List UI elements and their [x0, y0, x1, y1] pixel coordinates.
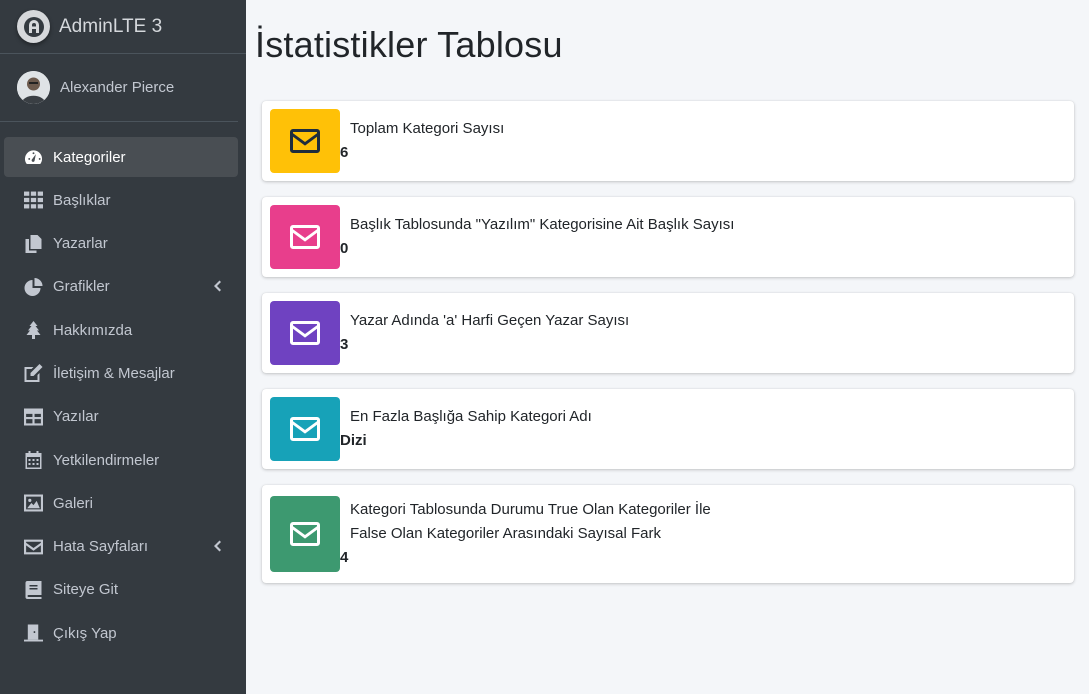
sidebar-item-label: Başlıklar	[53, 191, 111, 209]
info-box-content: Başlık Tablosunda "Yazılım" Kategorisine…	[340, 213, 734, 261]
info-box: Yazar Adında 'a' Harfi Geçen Yazar Sayıs…	[262, 293, 1074, 373]
sidebar-item-label: Hata Sayfaları	[53, 538, 149, 556]
tree-icon	[23, 321, 44, 340]
sidebar-item-label: Hakkımızda	[53, 321, 133, 339]
info-box-icon	[270, 397, 340, 461]
sidebar-item-yazarlar[interactable]: Yazarlar	[4, 224, 238, 264]
sidebar: AdminLTE 3 Alexander Pierce Kategoriler …	[0, 0, 246, 694]
sidebar-item-hakkimizda[interactable]: Hakkımızda	[4, 310, 238, 350]
sidebar-item-galeri[interactable]: Galeri	[4, 483, 238, 523]
brand-logo-icon	[17, 10, 50, 43]
info-box-number: 3	[340, 336, 349, 353]
envelope-icon	[290, 417, 320, 441]
sidebar-item-yetkilendirmeler[interactable]: Yetkilendirmeler	[4, 440, 238, 480]
sidebar-item-hata-sayfalari[interactable]: Hata Sayfaları	[4, 527, 238, 567]
pie-chart-icon	[23, 277, 44, 296]
grid-icon	[23, 191, 44, 209]
main-content: İstatistikler Tablosu Toplam Kategori Sa…	[246, 0, 1089, 694]
book-icon	[23, 580, 44, 599]
info-box-content: Kategori Tablosunda Durumu True Olan Kat…	[340, 498, 720, 570]
info-box: Başlık Tablosunda "Yazılım" Kategorisine…	[262, 197, 1074, 277]
copy-icon	[23, 234, 44, 253]
sidebar-item-label: Grafikler	[53, 278, 110, 296]
edit-icon	[23, 364, 44, 383]
info-box: En Fazla Başlığa Sahip Kategori Adı Dizi	[262, 389, 1074, 469]
info-box-text: Yazar Adında 'a' Harfi Geçen Yazar Sayıs…	[350, 312, 630, 329]
sidebar-item-label: Galeri	[53, 494, 94, 512]
info-box: Kategori Tablosunda Durumu True Olan Kat…	[262, 485, 1074, 583]
info-box-icon	[270, 496, 340, 572]
sidebar-item-label: Yazılar	[53, 408, 99, 426]
info-box-number: 0	[340, 240, 349, 257]
door-icon	[23, 624, 44, 642]
sidebar-item-label: Yetkilendirmeler	[53, 451, 160, 469]
table-icon	[23, 408, 44, 426]
user-panel[interactable]: Alexander Pierce	[0, 54, 238, 122]
sidebar-nav: Kategoriler Başlıklar Yazarlar Grafikler…	[4, 137, 238, 657]
info-box-number: 6	[340, 144, 349, 161]
info-box: Toplam Kategori Sayısı 6	[262, 101, 1074, 181]
sidebar-item-label: Yazarlar	[53, 235, 108, 253]
info-box-icon	[270, 205, 340, 269]
info-box-text: Başlık Tablosunda "Yazılım" Kategorisine…	[350, 216, 735, 233]
envelope-icon	[290, 129, 320, 153]
user-name: Alexander Pierce	[60, 79, 175, 96]
info-box-number: Dizi	[340, 432, 367, 449]
info-box-content: Yazar Adında 'a' Harfi Geçen Yazar Sayıs…	[340, 309, 629, 357]
info-box-icon	[270, 109, 340, 173]
sidebar-item-basliklar[interactable]: Başlıklar	[4, 180, 238, 220]
calendar-icon	[23, 451, 44, 470]
info-box-text: Kategori Tablosunda Durumu True Olan Kat…	[350, 501, 711, 542]
sidebar-item-label: İletişim & Mesajlar	[53, 364, 175, 382]
sidebar-item-label: Siteye Git	[53, 581, 119, 599]
envelope-icon	[290, 522, 320, 546]
sidebar-item-yazilar[interactable]: Yazılar	[4, 397, 238, 437]
envelope-icon	[290, 225, 320, 249]
page-title: İstatistikler Tablosu	[255, 24, 563, 65]
chevron-left-icon	[212, 279, 222, 293]
info-box-content: Toplam Kategori Sayısı 6	[340, 117, 504, 165]
image-icon	[23, 494, 44, 512]
avatar	[17, 71, 50, 104]
brand-title: AdminLTE 3	[59, 15, 163, 37]
info-box-content: En Fazla Başlığa Sahip Kategori Adı Dizi	[340, 405, 592, 453]
envelope-icon	[23, 538, 44, 556]
chevron-left-icon	[212, 539, 222, 553]
sidebar-item-iletisim[interactable]: İletişim & Mesajlar	[4, 353, 238, 393]
sidebar-item-siteye-git[interactable]: Siteye Git	[4, 570, 238, 610]
tachometer-icon	[23, 148, 44, 166]
info-box-text: En Fazla Başlığa Sahip Kategori Adı	[350, 408, 592, 425]
brand-link[interactable]: AdminLTE 3	[0, 0, 246, 54]
envelope-icon	[290, 321, 320, 345]
sidebar-item-label: Kategoriler	[53, 148, 126, 166]
sidebar-item-grafikler[interactable]: Grafikler	[4, 267, 238, 307]
info-box-text: Toplam Kategori Sayısı	[350, 120, 505, 137]
sidebar-item-kategoriler[interactable]: Kategoriler	[4, 137, 238, 177]
sidebar-item-cikis-yap[interactable]: Çıkış Yap	[4, 613, 238, 653]
info-box-number: 4	[340, 549, 349, 566]
sidebar-item-label: Çıkış Yap	[53, 624, 117, 642]
info-box-icon	[270, 301, 340, 365]
